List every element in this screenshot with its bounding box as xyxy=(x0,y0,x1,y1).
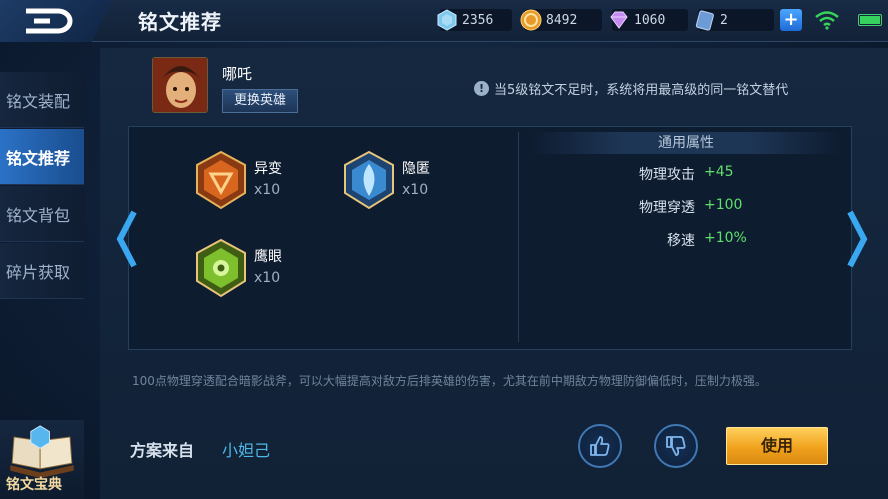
rune-codex-label: 铭文宝典 xyxy=(6,477,62,493)
attribute-key: 物理穿透 xyxy=(639,200,695,216)
sidebar-item-rune-recommend[interactable]: 铭文推荐 xyxy=(0,129,84,185)
diamond-counter: 2356 xyxy=(437,9,512,31)
attribute-row: 物理穿透 +100 xyxy=(560,197,840,217)
rune-count: x10 xyxy=(254,182,281,198)
sidebar: 铭文装配 铭文推荐 铭文背包 碎片获取 xyxy=(0,72,84,300)
diamond-value: 2356 xyxy=(462,12,494,28)
rune-name: 隐匿 xyxy=(402,161,430,177)
sidebar-item-rune-bag[interactable]: 铭文背包 xyxy=(0,186,84,242)
rune-description: 100点物理穿透配合暗影战斧，可以大幅提高对敌方后排英雄的伤害，尤其在前中期敌方… xyxy=(132,374,767,388)
rune-count: x10 xyxy=(402,182,429,198)
blue-rune-icon xyxy=(344,150,394,210)
ticket-value: 2 xyxy=(720,12,728,28)
gem-value: 1060 xyxy=(634,12,666,28)
sidebar-item-fragments[interactable]: 碎片获取 xyxy=(0,243,84,299)
thumbs-up-icon xyxy=(590,436,610,456)
notice-text: 当5级铭文不足时，系统将用最高级的同一铭文替代 xyxy=(494,83,789,98)
hero-avatar[interactable] xyxy=(152,57,208,113)
attributes-title: 通用属性 xyxy=(532,132,840,154)
diamond-icon xyxy=(437,9,457,31)
ticket-icon xyxy=(695,10,714,31)
sidebar-item-label: 铭文装配 xyxy=(6,91,71,111)
rune-name: 异变 xyxy=(254,161,282,177)
attribute-value: +100 xyxy=(704,197,743,213)
top-bar: 铭文推荐 2356 8492 1060 2 + xyxy=(0,0,888,42)
gold-counter: 8492 xyxy=(520,9,602,31)
gold-coin-icon xyxy=(520,9,542,31)
chevron-left-icon[interactable] xyxy=(116,210,138,268)
source-author[interactable]: 小妲己 xyxy=(222,437,270,461)
rune-item[interactable]: 异变 x10 xyxy=(194,150,344,220)
page-title: 铭文推荐 xyxy=(138,10,222,34)
attribute-key: 移速 xyxy=(667,233,695,249)
attribute-value: +10% xyxy=(704,230,747,246)
dislike-button[interactable] xyxy=(654,424,698,468)
attribute-row: 物理攻击 +45 xyxy=(560,164,840,184)
thumbs-down-icon xyxy=(666,436,686,456)
gem-icon xyxy=(610,11,628,29)
info-icon: ! xyxy=(474,81,489,96)
hero-name: 哪吒 xyxy=(222,65,253,83)
back-button[interactable] xyxy=(0,0,112,42)
rune-name: 鹰眼 xyxy=(254,249,282,265)
panel-divider xyxy=(518,132,519,342)
source-label: 方案来自 xyxy=(130,441,195,460)
sidebar-item-rune-equip[interactable]: 铭文装配 xyxy=(0,72,84,128)
sidebar-item-label: 铭文背包 xyxy=(6,205,71,225)
red-rune-icon xyxy=(196,150,246,210)
change-hero-button[interactable]: 更换英雄 xyxy=(222,89,298,113)
attribute-key: 物理攻击 xyxy=(639,167,695,183)
attribute-row: 移速 +10% xyxy=(560,230,840,250)
gold-value: 8492 xyxy=(546,12,578,28)
hero-portrait-icon xyxy=(153,58,207,112)
green-rune-icon xyxy=(196,238,246,298)
rune-count: x10 xyxy=(254,270,281,286)
use-button[interactable]: 使用 xyxy=(726,427,828,465)
rune-item[interactable]: 鹰眼 x10 xyxy=(194,238,344,308)
book-icon xyxy=(10,425,74,479)
rune-item[interactable]: 隐匿 x10 xyxy=(342,150,492,220)
back-arrow-icon xyxy=(26,8,73,34)
like-button[interactable] xyxy=(578,424,622,468)
battery-icon xyxy=(858,14,882,26)
sidebar-item-label: 铭文推荐 xyxy=(6,148,71,168)
notice: ! 当5级铭文不足时，系统将用最高级的同一铭文替代 xyxy=(474,79,788,98)
attribute-value: +45 xyxy=(704,164,734,180)
sidebar-item-label: 碎片获取 xyxy=(6,262,71,282)
gem-counter: 1060 xyxy=(610,9,688,31)
chevron-right-icon[interactable] xyxy=(846,210,868,268)
add-resource-button[interactable]: + xyxy=(780,9,802,31)
wifi-icon xyxy=(815,11,839,30)
ticket-counter: 2 xyxy=(695,9,774,31)
